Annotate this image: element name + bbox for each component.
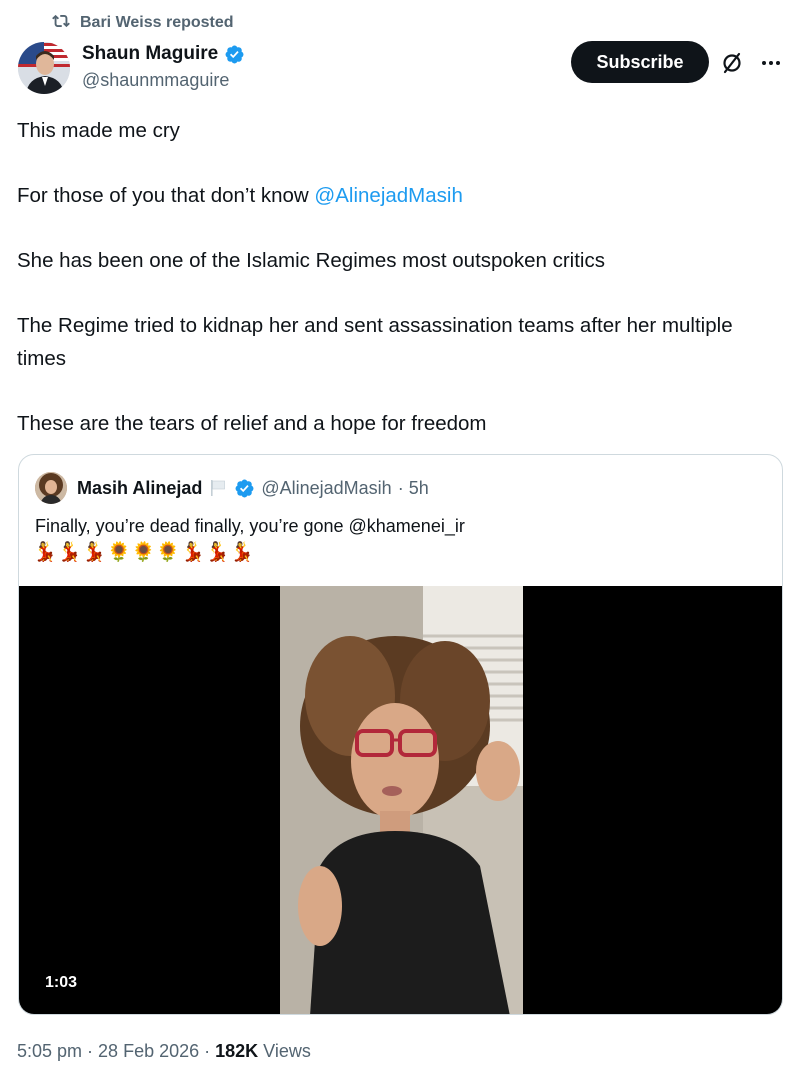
author-info[interactable]: Shaun Maguire @shaunmmaguire — [82, 42, 245, 91]
author-avatar[interactable] — [18, 42, 70, 94]
quoted-tweet-header: Masih Alinejad @AlinejadMasih · 5h — [35, 472, 429, 504]
video-duration: 1:03 — [35, 971, 88, 995]
author-handle[interactable]: @shaunmmaguire — [82, 70, 245, 91]
tweet-meta: 5:05 pm · 28 Feb 2026 · 182K Views — [17, 1041, 311, 1062]
video-player[interactable]: 1:03 — [19, 586, 782, 1014]
quoted-tweet[interactable]: Masih Alinejad @AlinejadMasih · 5h Final… — [18, 454, 783, 1015]
flag-icon — [208, 478, 228, 498]
tweet-time[interactable]: 5:05 pm — [17, 1041, 82, 1062]
quoted-author-avatar[interactable] — [35, 472, 67, 504]
separator: · — [82, 1041, 99, 1061]
repost-label: Bari Weiss reposted — [80, 14, 234, 31]
tweet-line: For those of you that don’t know @Alinej… — [17, 180, 777, 213]
views-count: 182K — [215, 1041, 259, 1061]
quoted-author-name[interactable]: Masih Alinejad — [77, 478, 202, 499]
quoted-tweet-emojis: 💃💃💃🌻🌻🌻💃💃💃 — [33, 541, 255, 563]
repost-indicator[interactable]: Bari Weiss reposted — [52, 12, 234, 34]
tweet-line-text: For those of you that don’t know — [17, 184, 315, 207]
quoted-tweet-text: Finally, you’re dead finally, you’re gon… — [35, 516, 465, 536]
tweet-line: This made me cry — [17, 119, 180, 142]
tweet-line: She has been one of the Islamic Regimes … — [17, 249, 605, 272]
mention-link[interactable]: @AlinejadMasih — [314, 184, 462, 207]
repost-icon — [52, 12, 70, 35]
tweet-text: This made me cry For those of you that d… — [17, 115, 777, 440]
tweet-line: These are the tears of relief and a hope… — [17, 411, 487, 435]
tweet-date[interactable]: 28 Feb 2026 — [98, 1041, 199, 1062]
quoted-tweet-time[interactable]: · 5h — [398, 478, 429, 499]
subscribe-button[interactable]: Subscribe — [571, 41, 709, 83]
separator: · — [199, 1041, 216, 1061]
more-options-icon[interactable] — [758, 50, 784, 76]
views-label: Views — [258, 1041, 311, 1061]
tweet-line: The Regime tried to kidnap her and sent … — [17, 314, 733, 370]
author-name[interactable]: Shaun Maguire — [82, 43, 218, 65]
verified-badge-icon — [234, 478, 255, 499]
verified-badge-icon — [224, 44, 245, 65]
grok-icon[interactable] — [719, 50, 745, 76]
quoted-author-handle[interactable]: @AlinejadMasih — [261, 478, 391, 499]
video-thumbnail[interactable] — [280, 586, 523, 1014]
